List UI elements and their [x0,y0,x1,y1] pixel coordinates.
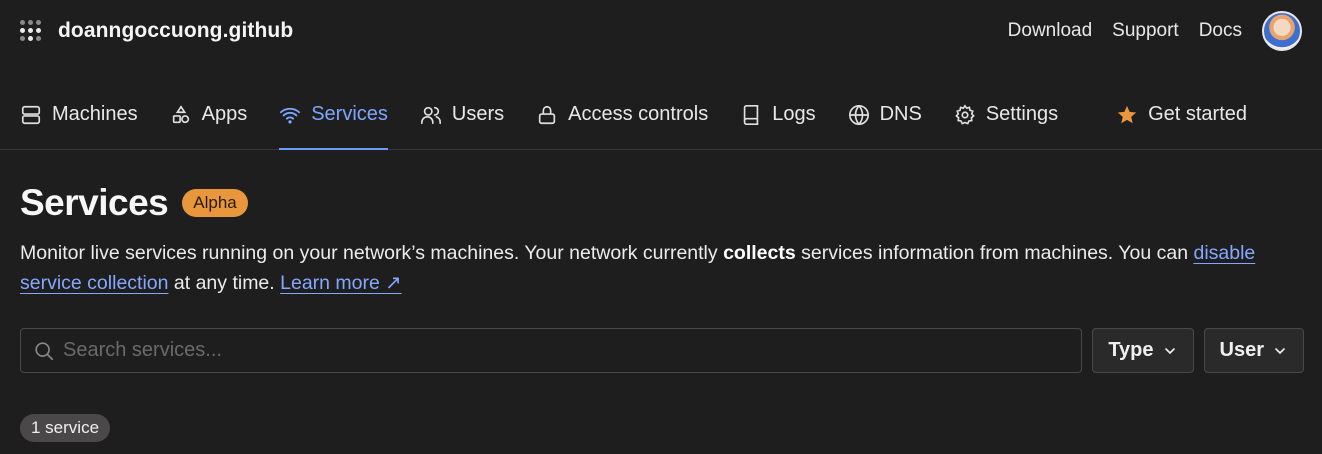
lock-icon [538,105,556,124]
tab-users-label: Users [451,103,505,125]
main-content: Services Alpha Monitor live services run… [20,150,1304,442]
filter-row: Type User [20,328,1304,373]
user-avatar[interactable] [1262,11,1302,51]
tab-settings-label: Settings [985,103,1059,125]
desc-bold: collects [723,242,796,264]
tab-dns[interactable]: DNS [848,80,922,149]
desc-text-1: Monitor live services running on your ne… [20,242,724,264]
tab-machines[interactable]: Machines [20,80,138,149]
user-filter-label: User [1219,339,1264,361]
learn-more-link[interactable]: Learn more ↗ [280,272,401,294]
wifi-icon [280,107,301,124]
tailscale-logo-icon[interactable] [20,20,42,42]
desc-text-2: services information from machines. You … [795,242,1194,264]
user-filter-dropdown[interactable]: User [1203,328,1304,373]
server-icon [21,105,41,124]
tab-get-started[interactable]: Get started [1116,80,1247,149]
desc-text-3: at any time. [168,272,281,294]
title-row: Services Alpha [20,182,1304,224]
main-nav: Machines Apps Services Users Access cont… [0,80,1322,150]
globe-icon [848,104,869,125]
type-filter-label: Type [1108,339,1154,361]
tab-services-label: Services [311,103,388,125]
docs-link[interactable]: Docs [1199,20,1242,42]
tab-access-controls[interactable]: Access controls [536,80,708,149]
tab-access-controls-label: Access controls [568,103,709,125]
search-icon [35,341,54,360]
search-input[interactable] [63,339,1082,362]
type-filter-dropdown[interactable]: Type [1092,328,1194,373]
tab-users[interactable]: Users [420,80,504,149]
organization-name[interactable]: doanngoccuong.github [58,19,293,43]
gear-icon [955,103,975,125]
tab-machines-label: Machines [52,103,138,125]
tab-logs[interactable]: Logs [740,80,816,149]
star-icon [1117,105,1137,123]
tab-apps[interactable]: Apps [170,80,248,149]
tab-services[interactable]: Services [279,80,388,150]
search-box[interactable] [20,328,1083,373]
tab-dns-label: DNS [879,103,922,125]
users-icon [420,106,441,124]
tab-apps-label: Apps [201,103,248,125]
chevron-down-icon [1164,347,1175,354]
page-description: Monitor live services running on your ne… [20,238,1304,298]
page-title: Services [20,182,169,223]
book-icon [743,104,759,125]
tab-logs-label: Logs [772,103,816,125]
service-count-badge: 1 service [20,414,111,442]
top-bar: doanngoccuong.github Download Support Do… [0,0,1322,62]
apps-icon [172,104,189,123]
download-link[interactable]: Download [1008,20,1093,42]
tab-get-started-label: Get started [1148,103,1248,125]
header-links: Download Support Docs [1008,11,1302,51]
alpha-badge: Alpha [182,189,248,217]
tab-settings[interactable]: Settings [954,80,1058,149]
support-link[interactable]: Support [1112,20,1179,42]
chevron-down-icon [1275,347,1285,354]
